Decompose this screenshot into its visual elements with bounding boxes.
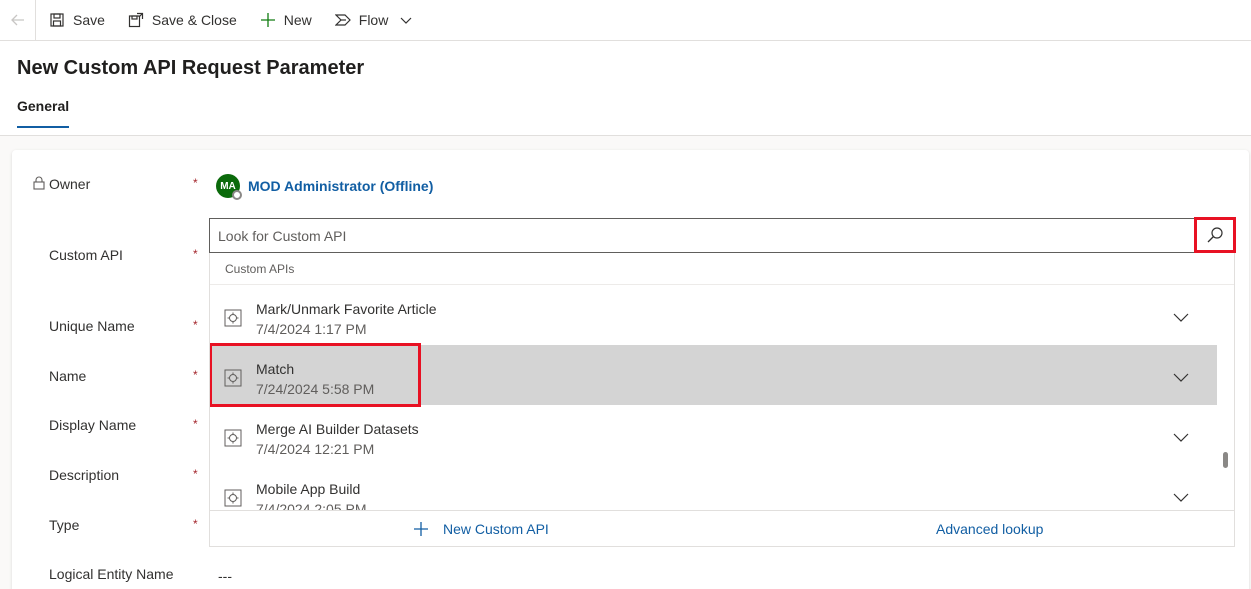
new-label: New: [283, 12, 312, 28]
unique-name-label: Unique Name: [49, 318, 135, 334]
list-item[interactable]: Mark/Unmark Favorite Article 7/4/2024 1:…: [210, 285, 1217, 345]
list-item[interactable]: Mobile App Build 7/4/2024 2:05 PM: [210, 465, 1217, 510]
description-label: Description: [49, 467, 120, 483]
custom-api-entity-icon: [224, 309, 242, 327]
owner-required-marker: *: [193, 176, 198, 190]
name-label: Name: [49, 368, 87, 384]
back-button[interactable]: [0, 0, 36, 40]
list-item-selected[interactable]: Match 7/24/2024 5:58 PM: [210, 343, 1217, 407]
save-button[interactable]: Save: [36, 0, 115, 40]
owner-link[interactable]: MOD Administrator (Offline): [248, 178, 433, 194]
display-name-label: Display Name: [49, 417, 137, 433]
save-icon: [50, 13, 64, 27]
list-item[interactable]: Merge AI Builder Datasets 7/4/2024 12:21…: [210, 405, 1217, 465]
flow-label: Flow: [358, 12, 389, 28]
form-header: New Custom API Request Parameter General: [0, 41, 1251, 136]
presence-indicator: [232, 190, 242, 200]
results-list: Mark/Unmark Favorite Article 7/4/2024 1:…: [210, 285, 1217, 510]
search-icon: [1207, 227, 1223, 243]
plus-icon: [414, 522, 428, 536]
owner-label: Owner: [49, 176, 91, 192]
new-custom-api-label: New Custom API: [443, 521, 549, 537]
chevron-down-icon: [400, 17, 412, 24]
list-item-name: Mark/Unmark Favorite Article: [256, 301, 437, 317]
chevron-down-icon[interactable]: [1173, 433, 1189, 443]
display-name-required-marker: *: [193, 417, 198, 431]
flow-icon: [334, 14, 351, 26]
custom-api-entity-icon: [224, 489, 242, 507]
list-item-name: Merge AI Builder Datasets: [256, 421, 419, 437]
save-label: Save: [73, 12, 105, 28]
form-section: Owner * MA MOD Administrator (Offline) C…: [12, 150, 1249, 589]
custom-api-lookup: [209, 217, 1236, 253]
type-required-marker: *: [193, 517, 198, 531]
flow-button[interactable]: Flow: [322, 0, 423, 40]
search-button[interactable]: [1194, 217, 1236, 253]
save-close-label: Save & Close: [151, 12, 237, 28]
back-arrow-icon: [10, 14, 24, 26]
list-item-date: 7/4/2024 12:21 PM: [256, 441, 375, 457]
custom-api-entity-icon: [224, 429, 242, 447]
owner-field[interactable]: MA MOD Administrator (Offline): [216, 174, 433, 200]
list-item-date: 7/4/2024 1:17 PM: [256, 321, 367, 337]
unique-name-required-marker: *: [193, 318, 198, 332]
annotation-highlight-box: [210, 343, 421, 407]
new-custom-api-button[interactable]: New Custom API: [413, 521, 549, 537]
list-item-date: 7/4/2024 2:05 PM: [256, 501, 367, 510]
avatar: MA: [216, 174, 242, 200]
tab-general[interactable]: General: [17, 98, 70, 128]
description-required-marker: *: [193, 467, 198, 481]
lock-icon: [33, 176, 45, 190]
custom-api-search-input[interactable]: [210, 219, 1180, 252]
chevron-down-icon[interactable]: [1173, 313, 1189, 323]
command-bar: Save Save & Close New Flow: [0, 0, 1251, 41]
logical-entity-name-value[interactable]: ---: [218, 568, 232, 584]
name-required-marker: *: [193, 368, 198, 382]
logical-entity-name-label: Logical Entity Name: [49, 566, 174, 582]
chevron-down-icon[interactable]: [1173, 373, 1189, 383]
advanced-lookup-link[interactable]: Advanced lookup: [936, 521, 1043, 537]
lookup-results-flyout: Custom APIs Mark/Unmark Favorite Article…: [209, 253, 1235, 547]
page-title: New Custom API Request Parameter: [17, 57, 365, 79]
plus-icon: [260, 13, 275, 27]
scrollbar-thumb[interactable]: [1223, 452, 1228, 468]
results-group-header: Custom APIs: [210, 253, 1234, 285]
lookup-footer: New Custom API Advanced lookup: [210, 510, 1234, 546]
save-close-icon: [128, 12, 144, 28]
custom-api-label: Custom API: [49, 247, 123, 263]
save-close-button[interactable]: Save & Close: [115, 0, 247, 40]
type-label: Type: [49, 517, 80, 533]
list-item-name: Mobile App Build: [256, 481, 361, 497]
custom-api-required-marker: *: [193, 247, 198, 261]
new-button[interactable]: New: [247, 0, 322, 40]
chevron-down-icon[interactable]: [1173, 493, 1189, 503]
